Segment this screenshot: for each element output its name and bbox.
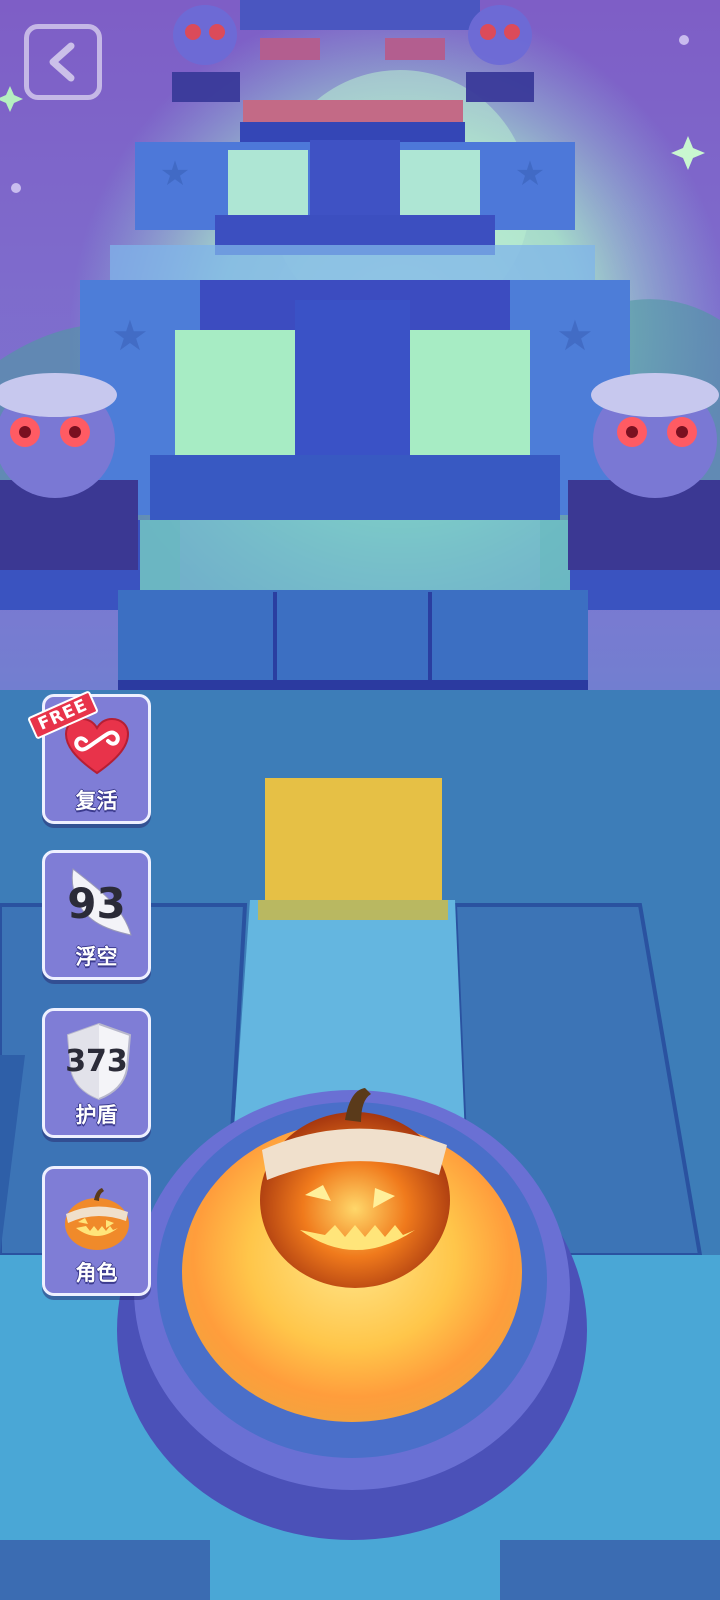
character-button[interactable]: 角色 — [42, 1166, 151, 1296]
revive-label: 复活 — [75, 789, 118, 813]
target-tile — [265, 778, 442, 900]
float-label: 浮空 — [75, 945, 118, 969]
svg-text:★: ★ — [556, 311, 594, 360]
revive-button[interactable]: FREE 复活 — [27, 690, 151, 824]
shield-button[interactable]: 373 护盾 — [42, 1008, 151, 1138]
back-button[interactable] — [24, 24, 102, 100]
owl-statue — [172, 5, 240, 102]
shield-label: 护盾 — [75, 1103, 118, 1127]
pumpkin-icon — [64, 1188, 129, 1250]
float-button[interactable]: 93 浮空 — [42, 850, 151, 980]
svg-text:★: ★ — [160, 154, 190, 194]
float-count: 93 — [67, 878, 126, 928]
owl-statue — [466, 5, 534, 102]
infinity-heart-icon — [64, 717, 129, 775]
shield-count: 373 — [65, 1043, 128, 1079]
svg-text:★: ★ — [111, 311, 149, 360]
character-label: 角色 — [75, 1261, 118, 1285]
chevron-left-icon — [49, 42, 75, 82]
svg-text:★: ★ — [515, 154, 545, 194]
